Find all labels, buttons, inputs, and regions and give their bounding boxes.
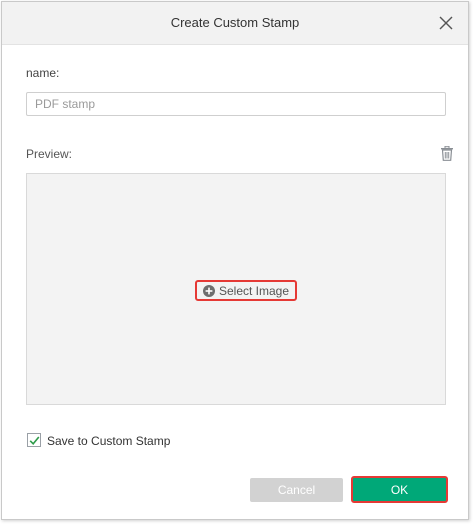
name-label: name:	[26, 66, 60, 80]
dialog-title: Create Custom Stamp	[170, 15, 300, 30]
stamp-name-input[interactable]	[26, 92, 446, 116]
checkmark-icon	[29, 436, 40, 445]
select-image-button[interactable]: Select Image	[195, 280, 297, 301]
preview-label: Preview:	[26, 147, 73, 161]
trash-icon[interactable]	[440, 145, 454, 161]
save-to-custom-stamp-label: Save to Custom Stamp	[47, 434, 171, 448]
save-to-custom-stamp-checkbox[interactable]	[27, 433, 41, 447]
ok-button[interactable]: OK	[351, 476, 448, 503]
close-icon[interactable]	[436, 13, 456, 33]
cancel-button[interactable]: Cancel	[250, 478, 343, 502]
dialog-titlebar: Create Custom Stamp	[2, 2, 468, 45]
plus-circle-icon	[202, 284, 215, 297]
select-image-label: Select Image	[218, 283, 290, 298]
